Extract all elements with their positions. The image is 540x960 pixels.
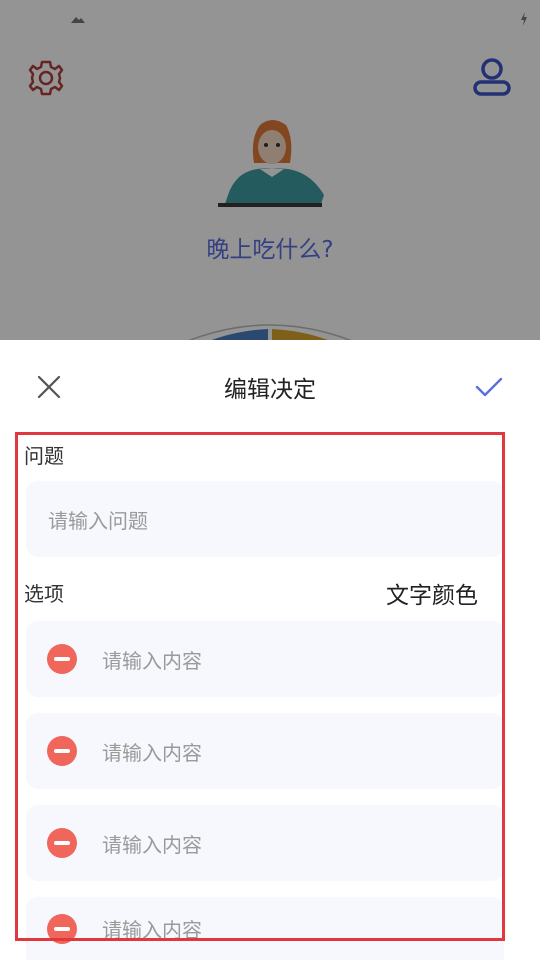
question-placeholder: 请输入问题 xyxy=(48,508,148,533)
option-placeholder: 请输入内容 xyxy=(102,918,202,942)
check-icon xyxy=(475,377,503,397)
option-row[interactable]: 请输入内容 xyxy=(26,805,504,881)
remove-option-icon[interactable] xyxy=(47,736,77,766)
edit-decision-sheet: 编辑决定 问题 请输入问题 选项 文字颜色 请输入内容 请输入内容 请输入内容 … xyxy=(0,340,540,960)
option-placeholder: 请输入内容 xyxy=(102,648,202,673)
option-row[interactable]: 请输入内容 xyxy=(26,621,504,697)
remove-option-icon[interactable] xyxy=(47,828,77,858)
option-row[interactable]: 请输入内容 xyxy=(26,897,504,960)
confirm-button[interactable] xyxy=(470,368,508,406)
background-app: 3:02 晚上吃什么? xyxy=(0,0,540,365)
sheet-title: 编辑决定 xyxy=(224,377,316,403)
text-color-button[interactable]: 文字颜色 xyxy=(386,576,478,610)
question-label: 问题 xyxy=(24,444,64,468)
sheet-header: 编辑决定 xyxy=(0,340,540,436)
option-row[interactable]: 请输入内容 xyxy=(26,713,504,789)
question-input[interactable]: 请输入问题 xyxy=(26,481,504,557)
option-placeholder: 请输入内容 xyxy=(102,832,202,857)
remove-option-icon[interactable] xyxy=(47,644,77,674)
option-placeholder: 请输入内容 xyxy=(102,740,202,765)
options-label: 选项 xyxy=(24,582,64,606)
remove-option-icon[interactable] xyxy=(47,913,77,944)
dim-overlay[interactable] xyxy=(0,0,540,340)
